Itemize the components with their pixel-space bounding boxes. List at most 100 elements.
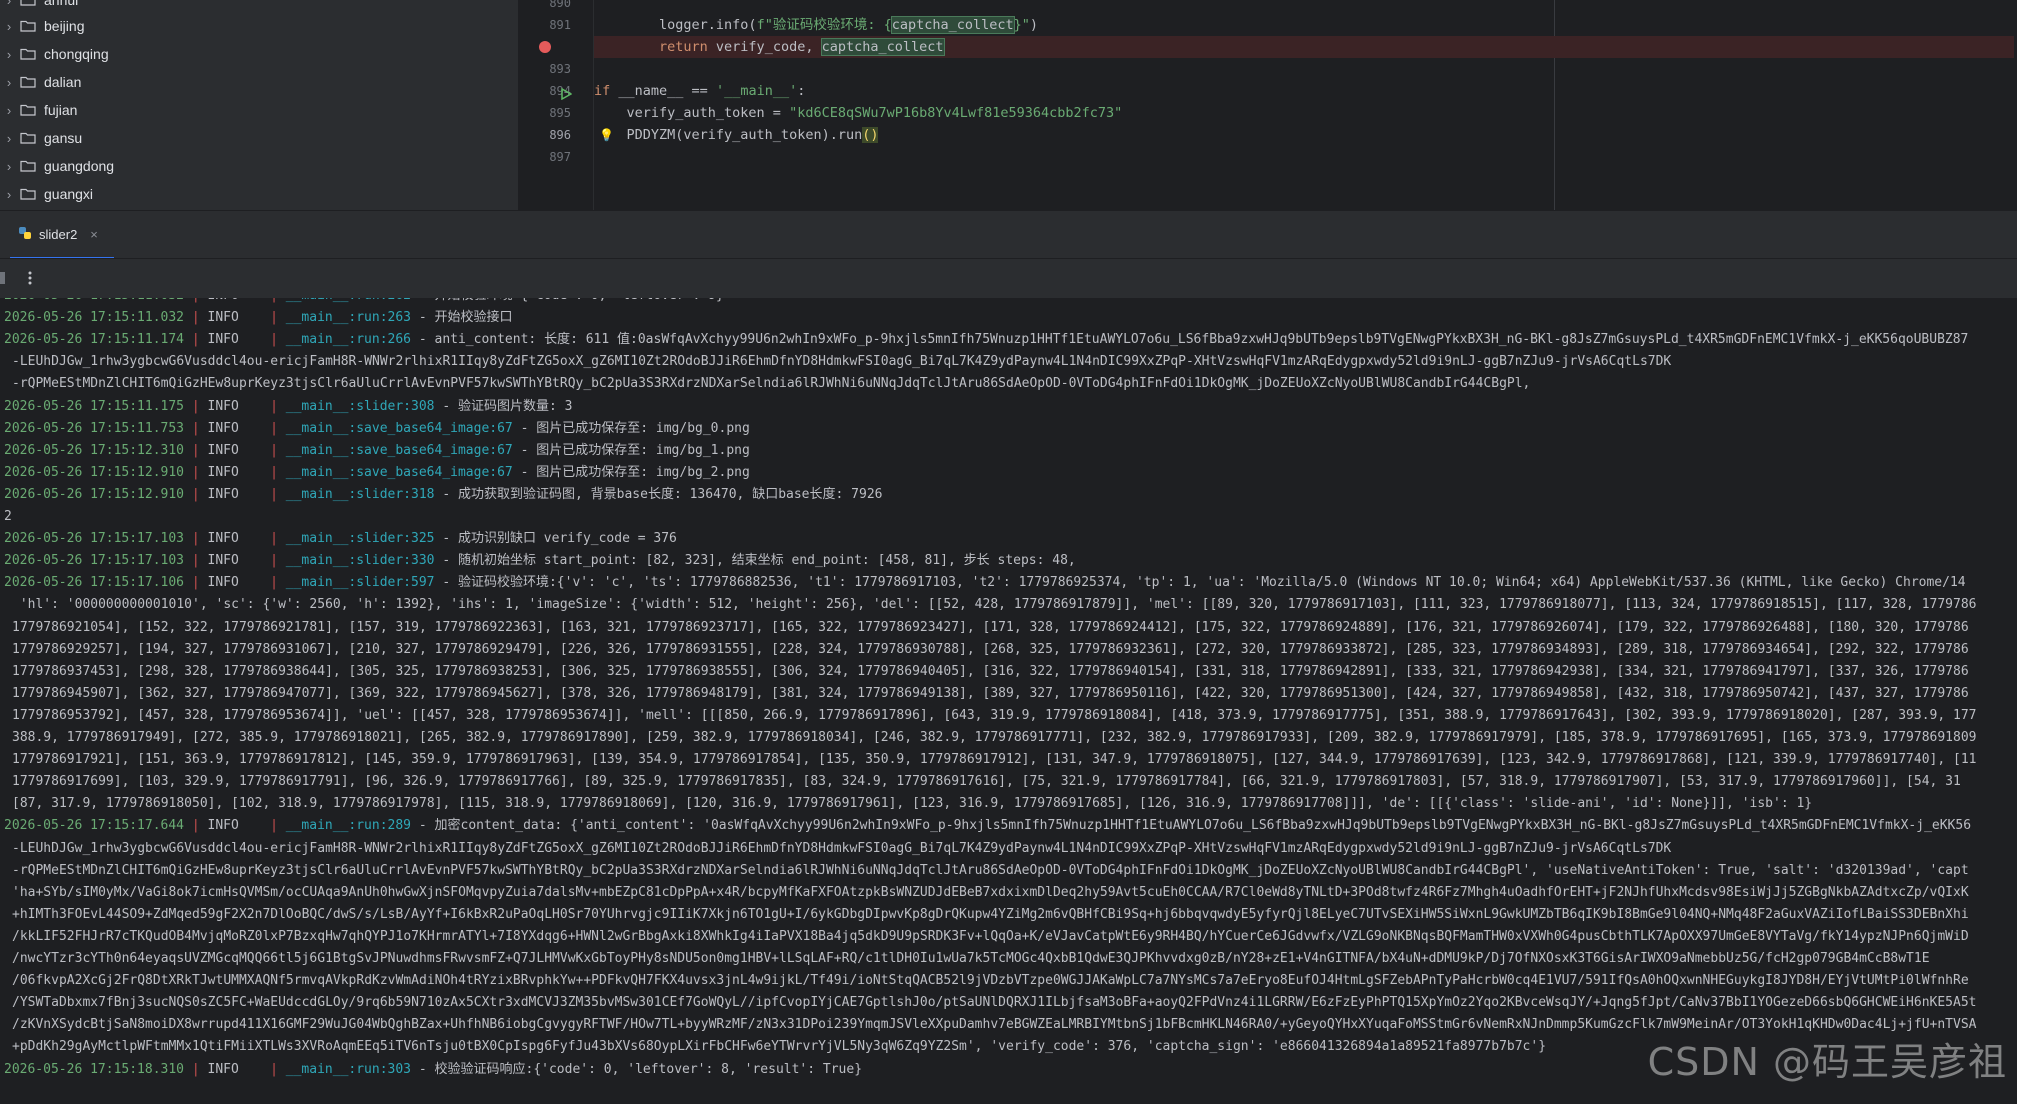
tree-folder-guangxi[interactable]: › guangxi: [0, 180, 516, 208]
line-number[interactable]: 897: [531, 146, 571, 168]
tree-folder-beijing[interactable]: › beijing: [0, 12, 516, 40]
lightbulb-icon[interactable]: 💡: [599, 124, 614, 146]
log-text: 1779786953792], [457, 328, 1779786953674…: [12, 707, 1977, 723]
log-source: __main__:save_base64_image:67: [285, 420, 513, 436]
log-separator: |: [184, 531, 208, 547]
log-separator: |: [239, 298, 286, 303]
log-text: 1779786917699], [103, 329.9, 17797869177…: [12, 774, 1961, 790]
code-token: captcha_collect: [820, 38, 945, 56]
log-separator: |: [184, 575, 208, 591]
console-continuation-line: -LEUhDJGw_1rhw3ygbcwG6Vusddcl4ou-ericjFa…: [12, 838, 2017, 860]
tree-folder-guangdong[interactable]: › guangdong: [0, 152, 516, 180]
tree-folder-dalian[interactable]: › dalian: [0, 68, 516, 96]
console-continuation-line: 'hl': '000000000001010', 'sc': {'w': 256…: [12, 594, 2017, 616]
chevron-right-icon[interactable]: ›: [0, 159, 18, 174]
line-number[interactable]: 893: [531, 58, 571, 80]
folder-icon: [20, 0, 36, 6]
log-timestamp: 2026-05-26 17:15:12.910: [4, 486, 185, 502]
stop-icon[interactable]: [0, 272, 5, 284]
log-source: __main__:slider:308: [285, 398, 435, 414]
breakpoint-icon[interactable]: [539, 41, 551, 53]
code-line[interactable]: [594, 0, 2014, 14]
log-separator: |: [238, 442, 286, 458]
python-icon: [18, 226, 32, 243]
editor-gutter[interactable]: 890 891 893 894 895 896 897: [518, 0, 593, 210]
close-icon[interactable]: ×: [90, 227, 98, 242]
log-separator: |: [238, 310, 286, 326]
console-log-line: 2026-05-26 17:15:11.174 | INFO | __main_…: [4, 329, 2014, 351]
chevron-right-icon[interactable]: ›: [0, 131, 18, 146]
log-level: INFO: [207, 818, 239, 834]
code-line[interactable]: [594, 146, 2014, 168]
chevron-right-icon[interactable]: ›: [0, 75, 18, 90]
code-editor[interactable]: 890 891 893 894 895 896 897 logger.info(f"验证码校…: [518, 0, 2017, 210]
log-source: __main__:slider:330: [285, 553, 435, 569]
log-level: INFO: [207, 575, 239, 591]
console-log-line: 2026-05-26 17:15:12.310 | INFO | __main_…: [4, 440, 2014, 462]
console-log-line: 2026-05-26 17:15:17.103 | INFO | __main_…: [4, 528, 2014, 550]
log-source: __main__:slider:325: [285, 531, 435, 547]
log-text: /nwcYTzr3cYTh0n64eyaqsUVZMGcqMQQ66tl5j6G…: [12, 951, 1930, 966]
log-timestamp: 2026-05-26 17:15:11.032: [4, 310, 185, 326]
tree-folder-chongqing[interactable]: › chongqing: [0, 40, 516, 68]
run-console[interactable]: 2026-05-26 17:15:11.032 | INFO | __main_…: [0, 298, 2017, 1104]
csdn-watermark: CSDN @码王吴彦祖: [1647, 1040, 2007, 1084]
more-options-icon[interactable]: [26, 268, 34, 288]
log-text: 1779786917921], [151, 363.9, 17797869178…: [12, 752, 1977, 768]
log-text: +hIMTh3FOEvL44SO9+ZdMqed59gF2X2n7DlOoBQC…: [12, 906, 1969, 922]
code-line[interactable]: verify_auth_token = "kd6CE8qSWu7wP16b8Yv…: [594, 102, 2014, 124]
chevron-right-icon[interactable]: ›: [0, 187, 18, 202]
chevron-right-icon[interactable]: ›: [0, 47, 18, 62]
code-line[interactable]: 💡 PDDYZM(verify_auth_token).run(): [594, 124, 2014, 146]
code-token: logger.info(: [594, 17, 757, 33]
folder-icon: [20, 48, 36, 60]
log-timestamp: 2026-05-26 17:15:11.753: [4, 420, 185, 436]
log-message: - 随机初始坐标 start_point: [82, 323], 结束坐标 en…: [434, 553, 1076, 569]
log-separator: |: [238, 420, 286, 436]
log-message: - anti_content: 长度: 611 值:0asWfqAvXchyy9…: [411, 332, 1969, 348]
run-tab-slider2[interactable]: slider2 ×: [10, 211, 114, 260]
chevron-right-icon[interactable]: ›: [0, 103, 18, 118]
line-number[interactable]: 896: [531, 124, 571, 146]
log-text: 'ha+SYb/sIM0yMx/VaGi8ok7icmHsQVMSm/ocCUA…: [12, 884, 1969, 900]
console-continuation-line: -LEUhDJGw_1rhw3ygbcwG6Vusddcl4ou-ericjFa…: [12, 351, 2017, 373]
tree-folder-fujian[interactable]: › fujian: [0, 96, 516, 124]
log-separator: |: [238, 486, 286, 502]
folder-icon: [20, 104, 36, 116]
console-continuation-line: 1779786937453], [298, 328, 1779786938644…: [12, 661, 2017, 683]
log-level: INFO: [208, 298, 239, 303]
project-tree: › anhui › beijing › chongqing › dalian › fujian › g…: [0, 0, 516, 210]
log-message: - 开始校验环境 {'code': 0, 'leftover': 9}: [411, 298, 724, 303]
line-number[interactable]: 891: [531, 14, 571, 36]
code-line[interactable]: if __name__ == '__main__':: [594, 80, 2014, 102]
tree-folder-label: beijing: [44, 18, 85, 34]
chevron-right-icon[interactable]: ›: [0, 19, 18, 34]
tree-folder-label: gansu: [44, 130, 83, 146]
log-separator: |: [238, 818, 286, 834]
log-separator: |: [184, 818, 208, 834]
log-source: __main__:run:262: [286, 298, 411, 303]
line-number[interactable]: 890: [531, 0, 571, 14]
code-line[interactable]: [594, 58, 2014, 80]
log-separator: |: [184, 310, 208, 326]
log-timestamp: 2026-05-26 17:15:18.310: [4, 1061, 185, 1077]
chevron-right-icon[interactable]: ›: [0, 0, 18, 8]
tree-folder-gansu[interactable]: › gansu: [0, 124, 516, 152]
code-line[interactable]: return verify_code, captcha_collect: [594, 36, 2014, 58]
console-continuation-line: /kkLIF52FHJrR7cTKQudOB4MvjqMoRZ0lxP7Bzxq…: [12, 926, 2017, 948]
console-continuation-line: /06fkvpA2XcGj2FrQ8DtXRkTJwtUMMXAQNf5rmvq…: [12, 970, 2017, 992]
log-level: INFO: [207, 553, 239, 569]
code-token: PDDYZM(verify_auth_token).run: [594, 127, 863, 143]
line-number[interactable]: 895: [531, 102, 571, 124]
log-level: INFO: [207, 398, 239, 414]
code-token: captcha_collect: [890, 16, 1015, 34]
log-level: INFO: [207, 464, 239, 480]
code-token: ): [1029, 17, 1039, 33]
run-gutter-icon[interactable]: [560, 85, 573, 101]
log-separator: |: [184, 420, 208, 436]
console-toolbar: [0, 258, 2017, 300]
code-line[interactable]: logger.info(f"验证码校验环境: {captcha_collect}…: [594, 14, 2014, 36]
log-separator: |: [184, 553, 208, 569]
log-message: - 图片已成功保存至: img/bg_1.png: [512, 442, 750, 458]
log-message: - 图片已成功保存至: img/bg_2.png: [512, 464, 750, 480]
